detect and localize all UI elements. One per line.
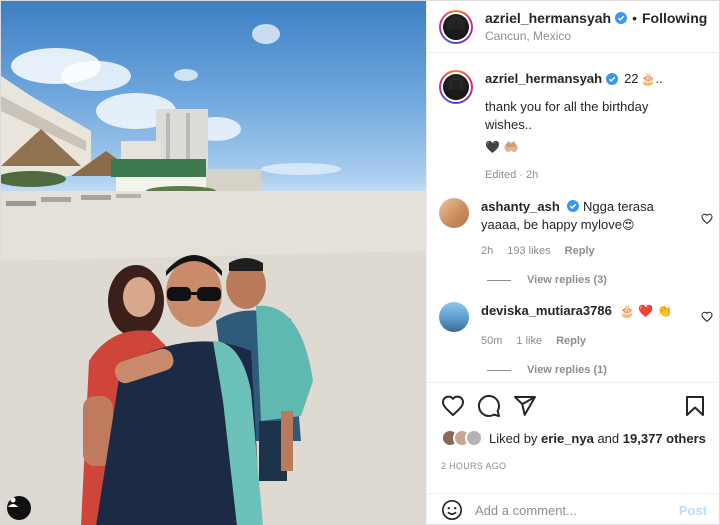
- comment-item: ashanty_ash Ngga terasa yaaaa, be happy …: [427, 184, 720, 260]
- caption-text-prefix: 22: [624, 71, 639, 86]
- comment-icon[interactable]: [477, 394, 501, 418]
- view-replies-label: View replies (1): [527, 364, 607, 376]
- smile-icon[interactable]: [441, 499, 463, 521]
- post-button[interactable]: Post: [679, 503, 707, 518]
- comment-time[interactable]: 2h: [481, 242, 493, 260]
- reply-button[interactable]: Reply: [556, 332, 586, 350]
- birthday-cake-icon: 🎂: [640, 72, 656, 86]
- post-header: azriel_hermansyah • Following Cancun, Me…: [427, 1, 720, 53]
- tagged-users-button[interactable]: [7, 496, 31, 520]
- comment-composer: Post: [427, 493, 720, 525]
- share-icon[interactable]: [513, 394, 537, 418]
- caption-meta: Edited · 2h: [485, 169, 539, 181]
- comment-emoji: 🎂 ❤️ 👏: [619, 304, 672, 318]
- post-time[interactable]: 2 HOURS AGO: [441, 461, 506, 471]
- caption-text-suffix: ..: [655, 71, 663, 86]
- separator-dot: •: [632, 9, 637, 26]
- post-location[interactable]: Cancun, Mexico: [485, 29, 707, 43]
- view-replies-button[interactable]: View replies (1): [487, 364, 720, 376]
- likes-prefix: Liked by: [489, 430, 538, 446]
- heart-icon[interactable]: [441, 394, 465, 418]
- commenter-username[interactable]: deviska_mutiara3786: [481, 303, 612, 318]
- likes-count[interactable]: 19,377 others: [623, 431, 706, 446]
- verified-icon: [606, 73, 619, 85]
- heart-icon[interactable]: [701, 212, 713, 225]
- caption-avatar[interactable]: [439, 70, 473, 104]
- bookmark-icon[interactable]: [683, 394, 707, 418]
- author-username[interactable]: azriel_hermansyah: [485, 10, 611, 27]
- comments-list[interactable]: azriel_hermansyah 22 🎂 .. thank you for …: [427, 54, 720, 382]
- comment-input[interactable]: [475, 502, 679, 518]
- view-replies-button[interactable]: View replies (3): [487, 274, 720, 286]
- caption-emojis: 🖤 🤲🏼: [485, 140, 519, 154]
- replies-divider: [487, 369, 511, 371]
- reply-button[interactable]: Reply: [565, 242, 595, 260]
- view-replies-label: View replies (3): [527, 274, 607, 286]
- comment-time[interactable]: 50m: [481, 332, 502, 350]
- post-modal: azriel_hermansyah • Following Cancun, Me…: [0, 0, 720, 525]
- comment-likes[interactable]: 1 like: [516, 332, 542, 350]
- post-photo[interactable]: [1, 1, 426, 525]
- commenter-avatar[interactable]: [439, 302, 469, 332]
- beach-scene: [1, 24, 426, 525]
- comment-item: deviska_mutiara3786 🎂 ❤️ 👏 50m 1 like Re…: [427, 286, 720, 350]
- likes-joiner: and: [597, 430, 620, 446]
- commenter-username[interactable]: ashanty_ash: [481, 199, 560, 214]
- following-button[interactable]: Following: [642, 10, 707, 27]
- post-side-panel: azriel_hermansyah • Following Cancun, Me…: [426, 1, 720, 525]
- liker-avatars: [441, 429, 483, 447]
- verified-icon: [615, 12, 628, 25]
- commenter-avatar[interactable]: [439, 198, 469, 228]
- likes-summary[interactable]: Liked by erie_nya and 19,377 others: [441, 429, 707, 447]
- replies-divider: [487, 279, 511, 281]
- caption: azriel_hermansyah 22 🎂 .. thank you for …: [427, 54, 720, 184]
- verified-icon: [567, 200, 580, 212]
- author-avatar[interactable]: [439, 9, 473, 44]
- caption-username[interactable]: azriel_hermansyah: [485, 70, 602, 88]
- action-bar: [427, 382, 720, 429]
- caption-text: thank you for all the birthday wishes..: [485, 99, 649, 132]
- comment-likes[interactable]: 193 likes: [507, 242, 550, 260]
- heart-icon[interactable]: [701, 310, 713, 323]
- likes-user[interactable]: erie_nya: [541, 431, 594, 446]
- comment-emoji: 😍: [621, 218, 635, 232]
